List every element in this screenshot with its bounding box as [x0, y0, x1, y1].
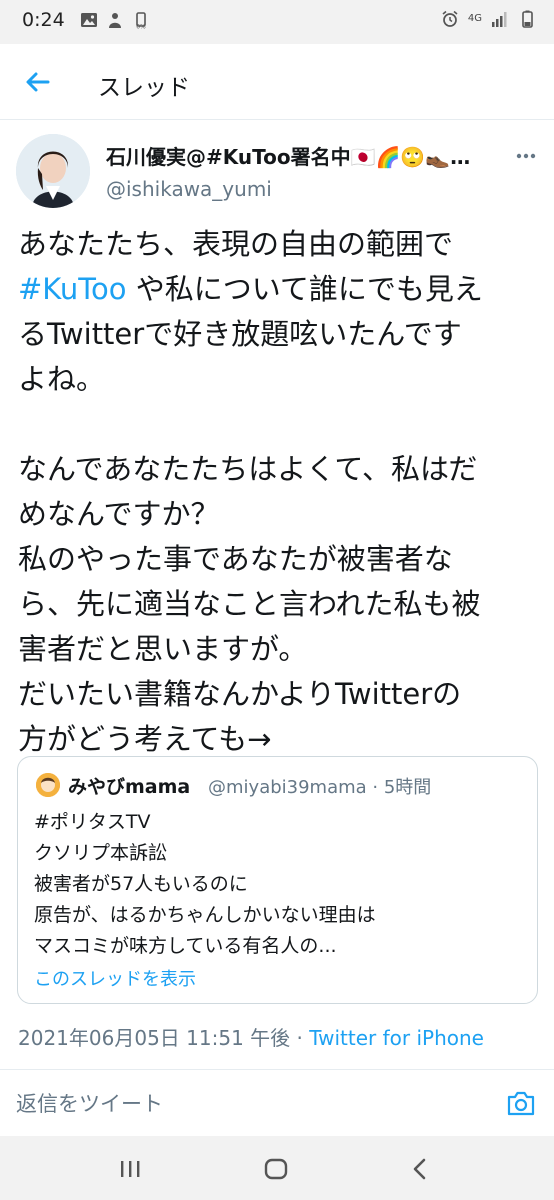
quoted-display-name: みやびmama [68, 776, 191, 798]
camera-icon[interactable] [506, 1089, 536, 1117]
timestamp-text: 2021年06月05日 11:51 午後 · [18, 1026, 310, 1050]
tweet-line: よね。 [18, 362, 106, 396]
tweet-line: 害者だと思いますが。 [18, 632, 308, 666]
system-nav-bar [0, 1136, 554, 1200]
tweet-line: るTwitterで好き放題呟いたんです [18, 317, 462, 351]
app-header: スレッド [0, 44, 554, 120]
author-handle[interactable]: @ishikawa_yumi [106, 177, 272, 201]
notification-icon [109, 13, 121, 28]
quoted-line: クソリプ本訴訟 [34, 842, 168, 864]
status-bar: 0:24 0% 4G [0, 0, 554, 44]
battery-icon [522, 10, 533, 28]
tweet-line: 私のやった事であなたが被害者な [18, 542, 453, 576]
page-title: スレッド [98, 75, 190, 101]
network-4g-icon: 4G [467, 13, 482, 24]
status-icons-left: 0% [80, 11, 150, 29]
reply-input[interactable]: 返信をツイート [16, 1084, 486, 1124]
tweet-source-link[interactable]: Twitter for iPhone [309, 1026, 484, 1050]
tweet-line: めなんですか？ [18, 497, 220, 531]
recent-apps-icon[interactable] [115, 1154, 145, 1184]
divider [0, 1069, 554, 1070]
battery-saver-icon: 0% [136, 12, 146, 30]
back-arrow-icon[interactable] [20, 64, 56, 100]
alarm-icon [442, 10, 458, 27]
author-display-name[interactable]: 石川優実@#KuToo署名中🇯🇵🌈🙄👞… [106, 141, 496, 170]
quoted-meta: @miyabi39mama · 5時間 [208, 777, 432, 798]
signal-icon [492, 12, 507, 27]
tweet-timestamp: 2021年06月05日 11:51 午後 · Twitter for iPhon… [18, 1022, 484, 1051]
tweet-line-text: や私について誰にでも見え [126, 272, 483, 306]
quoted-line: 原告が、はるかちゃんしかいない理由は [34, 904, 376, 926]
tweet-text: あなたたち、表現の自由の範囲で #KuToo や私について誰にでも見え るTwi… [18, 222, 542, 762]
svg-text:0%: 0% [136, 24, 146, 30]
quoted-line: マスコミが味方している有名人の... [34, 935, 337, 957]
avatar[interactable] [16, 134, 90, 208]
hashtag-link[interactable]: #KuToo [18, 272, 127, 306]
status-time: 0:24 [22, 9, 65, 31]
quoted-tweet[interactable]: みやびmama @miyabi39mama · 5時間 #ポリタスTV クソリプ… [17, 756, 538, 1004]
image-icon [81, 13, 97, 27]
tweet-line: だいたい書籍なんかよりTwitterの [18, 677, 462, 711]
back-nav-icon[interactable] [405, 1154, 435, 1184]
show-thread-link[interactable]: このスレッドを表示 [34, 965, 196, 991]
quoted-text: #ポリタスTV クソリプ本訴訟 被害者が57人もいるのに 原告が、はるかちゃんし… [34, 807, 376, 962]
quoted-line: #ポリタスTV [34, 811, 151, 833]
status-icons-right: 4G [441, 10, 536, 28]
tweet-line: あなたたち、表現の自由の範囲で [18, 227, 454, 261]
home-icon[interactable] [261, 1154, 291, 1184]
quoted-avatar [36, 773, 60, 797]
avatar-image [16, 134, 90, 208]
quoted-line: 被害者が57人もいるのに [34, 873, 248, 895]
tweet-line: #KuToo や私について誰にでも見え [18, 267, 542, 312]
more-options-icon[interactable] [514, 146, 538, 170]
quoted-avatar-image [36, 773, 60, 797]
tweet-line: ら、先に適当なこと言われた私も被 [18, 587, 481, 621]
tweet-line: なんであなたたちはよくて、私はだ [18, 452, 478, 486]
